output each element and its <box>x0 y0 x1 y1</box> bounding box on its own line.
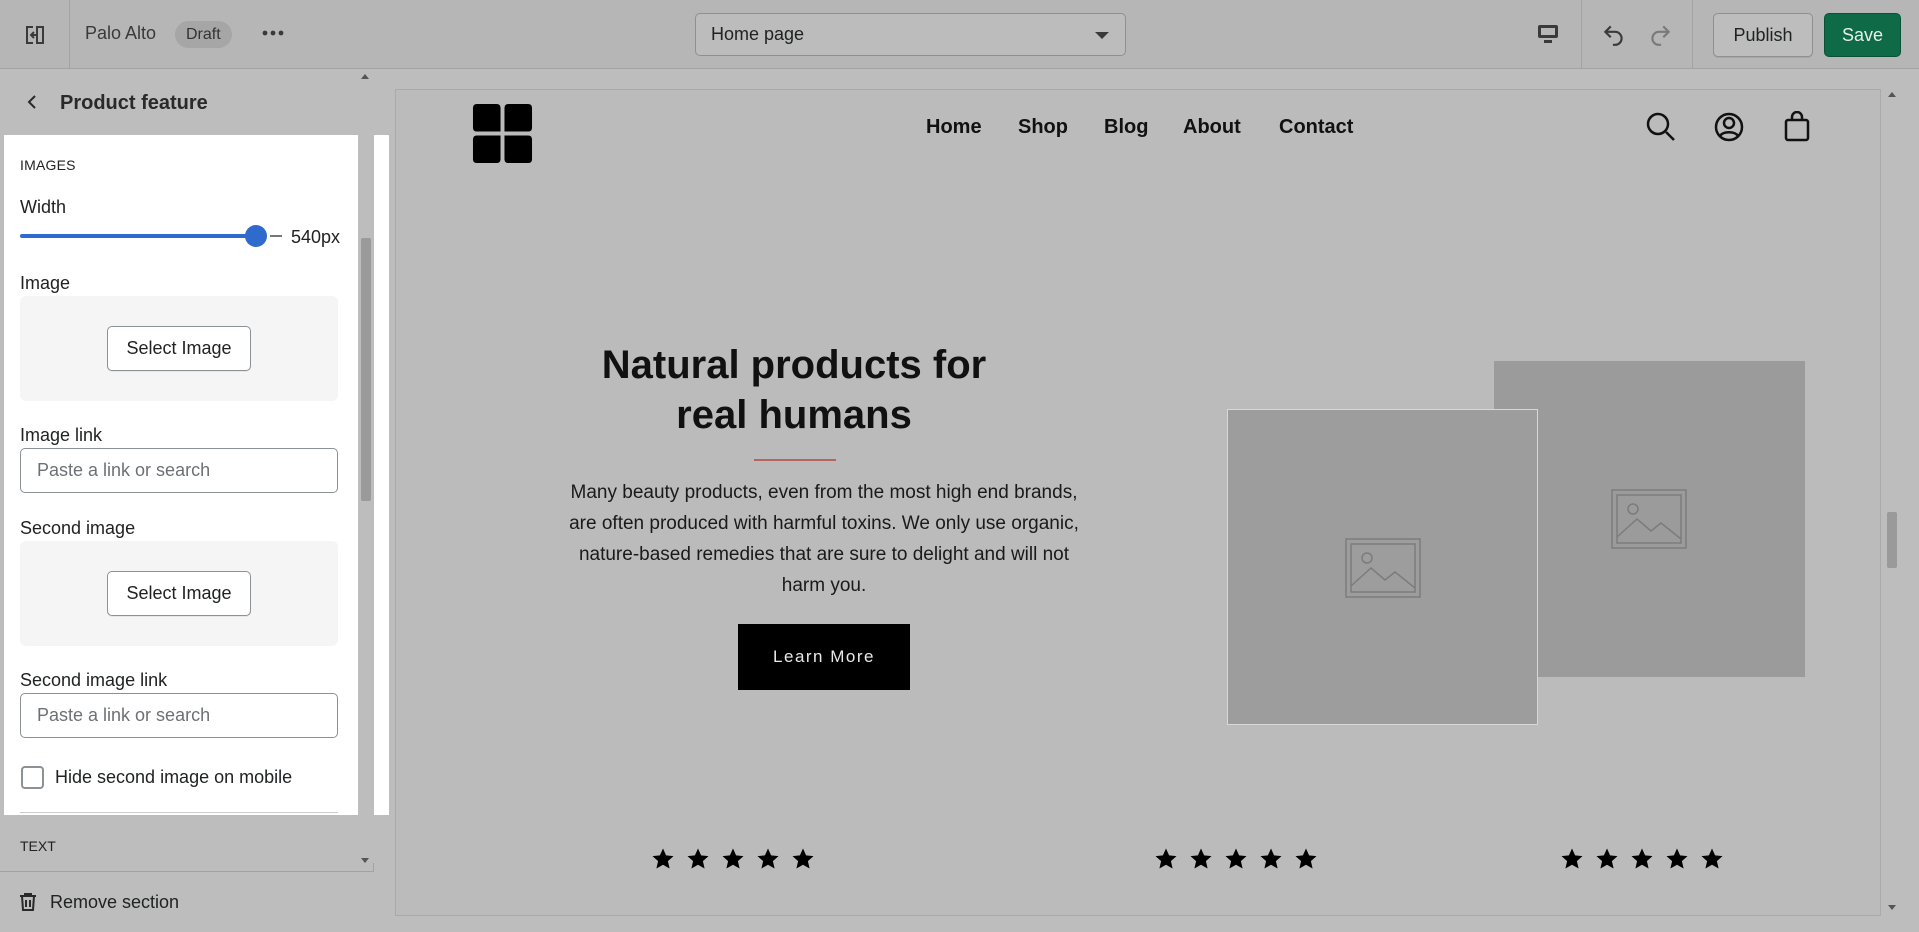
redo-button[interactable] <box>1644 18 1676 50</box>
star-icon <box>792 848 814 869</box>
nav-link-about[interactable]: About <box>1183 116 1241 139</box>
cart-bag-icon[interactable] <box>1780 110 1814 144</box>
hero-title: Natural products for real humans <box>601 343 987 437</box>
learn-more-button[interactable]: Learn More <box>738 624 910 690</box>
hide-second-image-checkbox[interactable] <box>21 766 44 789</box>
desktop-icon <box>1538 25 1558 43</box>
more-icon <box>262 30 284 36</box>
preview-scrollbar[interactable] <box>1885 89 1899 916</box>
sidebar-header: Product feature <box>0 70 358 135</box>
store-name: Palo Alto <box>85 23 157 43</box>
back-button[interactable] <box>22 92 42 112</box>
image-link-input[interactable]: Paste a link or search <box>20 448 338 493</box>
nav-link-shop[interactable]: Shop <box>1018 116 1068 139</box>
section-heading-text[interactable]: TEXT <box>20 838 56 854</box>
editor-topbar: Palo Alto Draft Home page Publish Save <box>0 0 1919 69</box>
select-second-image-button[interactable]: Select Image <box>107 571 251 616</box>
width-label: Width <box>20 197 67 217</box>
star-icon <box>1701 848 1723 869</box>
nav-link-contact[interactable]: Contact <box>1279 116 1353 139</box>
image-placeholder-icon <box>1611 489 1687 549</box>
device-preview-button[interactable] <box>1532 18 1564 50</box>
nav-link-home[interactable]: Home <box>926 116 982 139</box>
star-icon <box>722 848 744 869</box>
first-image-placeholder <box>1227 409 1538 725</box>
image-placeholder-icon <box>1345 538 1421 598</box>
hide-second-image-label: Hide second image on mobile <box>55 767 293 787</box>
rating-stars <box>651 847 815 871</box>
image-link-label: Image link <box>20 425 103 445</box>
rating-stars <box>1154 847 1318 871</box>
remove-section-button[interactable]: Remove section <box>50 892 179 913</box>
store-logo[interactable] <box>471 102 534 165</box>
settings-sidebar: Product feature IMAGES Width 540px Image… <box>0 70 389 932</box>
sidebar-title: Product feature <box>60 92 208 114</box>
chevron-down-icon <box>1095 32 1109 39</box>
star-icon <box>652 848 674 869</box>
preview-scrollbar-thumb[interactable] <box>1887 512 1897 568</box>
storefront-preview: Home Shop Blog About Contact Natural pro… <box>395 89 1881 916</box>
select-image-button[interactable]: Select Image <box>107 326 251 371</box>
undo-icon <box>1603 25 1623 46</box>
star-icon <box>1666 848 1688 869</box>
second-image-picker: Select Image <box>20 541 338 646</box>
star-icon <box>1155 848 1177 869</box>
star-icon <box>757 848 779 869</box>
star-icon <box>1225 848 1247 869</box>
page-selector-value: Home page <box>711 24 805 44</box>
redo-icon <box>1651 25 1671 46</box>
second-image-placeholder <box>1494 361 1805 677</box>
scroll-up-arrow-icon[interactable] <box>1888 92 1896 97</box>
undo-button[interactable] <box>1598 18 1630 50</box>
second-image-link-label: Second image link <box>20 670 168 690</box>
toolbar-divider <box>1581 0 1582 69</box>
more-actions-button[interactable] <box>258 18 288 48</box>
account-icon[interactable] <box>1712 110 1746 144</box>
exit-icon <box>25 25 44 44</box>
search-icon[interactable] <box>1644 110 1678 144</box>
scroll-up-arrow-icon[interactable] <box>361 74 369 79</box>
image-picker: Select Image <box>20 296 338 401</box>
star-icon <box>1260 848 1282 869</box>
exit-button[interactable] <box>0 0 70 69</box>
image-label: Image <box>20 273 71 293</box>
nav-link-blog[interactable]: Blog <box>1104 116 1148 139</box>
second-image-label: Second image <box>20 518 136 538</box>
star-icon <box>1295 848 1317 869</box>
save-button[interactable]: Save <box>1824 13 1901 57</box>
hero-divider <box>754 459 836 461</box>
width-slider-thumb[interactable] <box>245 225 267 247</box>
section-heading-images: IMAGES <box>20 157 76 173</box>
width-slider-track[interactable] <box>20 234 256 238</box>
star-icon <box>1631 848 1653 869</box>
star-icon <box>1561 848 1583 869</box>
star-icon <box>1190 848 1212 869</box>
sidebar-scrollbar-thumb[interactable] <box>361 238 371 501</box>
scroll-down-arrow-icon[interactable] <box>1888 905 1896 910</box>
width-slider-rest <box>270 235 282 238</box>
trash-icon <box>18 892 38 912</box>
chevron-left-icon <box>27 95 36 109</box>
second-image-link-input[interactable]: Paste a link or search <box>20 693 338 738</box>
publish-button[interactable]: Publish <box>1713 13 1813 57</box>
star-icon <box>687 848 709 869</box>
star-icon <box>1596 848 1618 869</box>
hero-description: Many beauty products, even from the most… <box>569 482 1079 596</box>
sidebar-footer: Remove section <box>0 871 374 932</box>
page-selector[interactable]: Home page <box>695 13 1126 56</box>
rating-stars <box>1560 847 1724 871</box>
toolbar-divider <box>1692 0 1693 69</box>
scroll-down-arrow-icon[interactable] <box>361 858 369 863</box>
settings-panel: IMAGES Width 540px Image Select Image Im… <box>4 135 389 815</box>
status-badge: Draft <box>175 21 232 48</box>
width-value: 540px <box>291 227 341 247</box>
panel-divider <box>20 812 338 815</box>
